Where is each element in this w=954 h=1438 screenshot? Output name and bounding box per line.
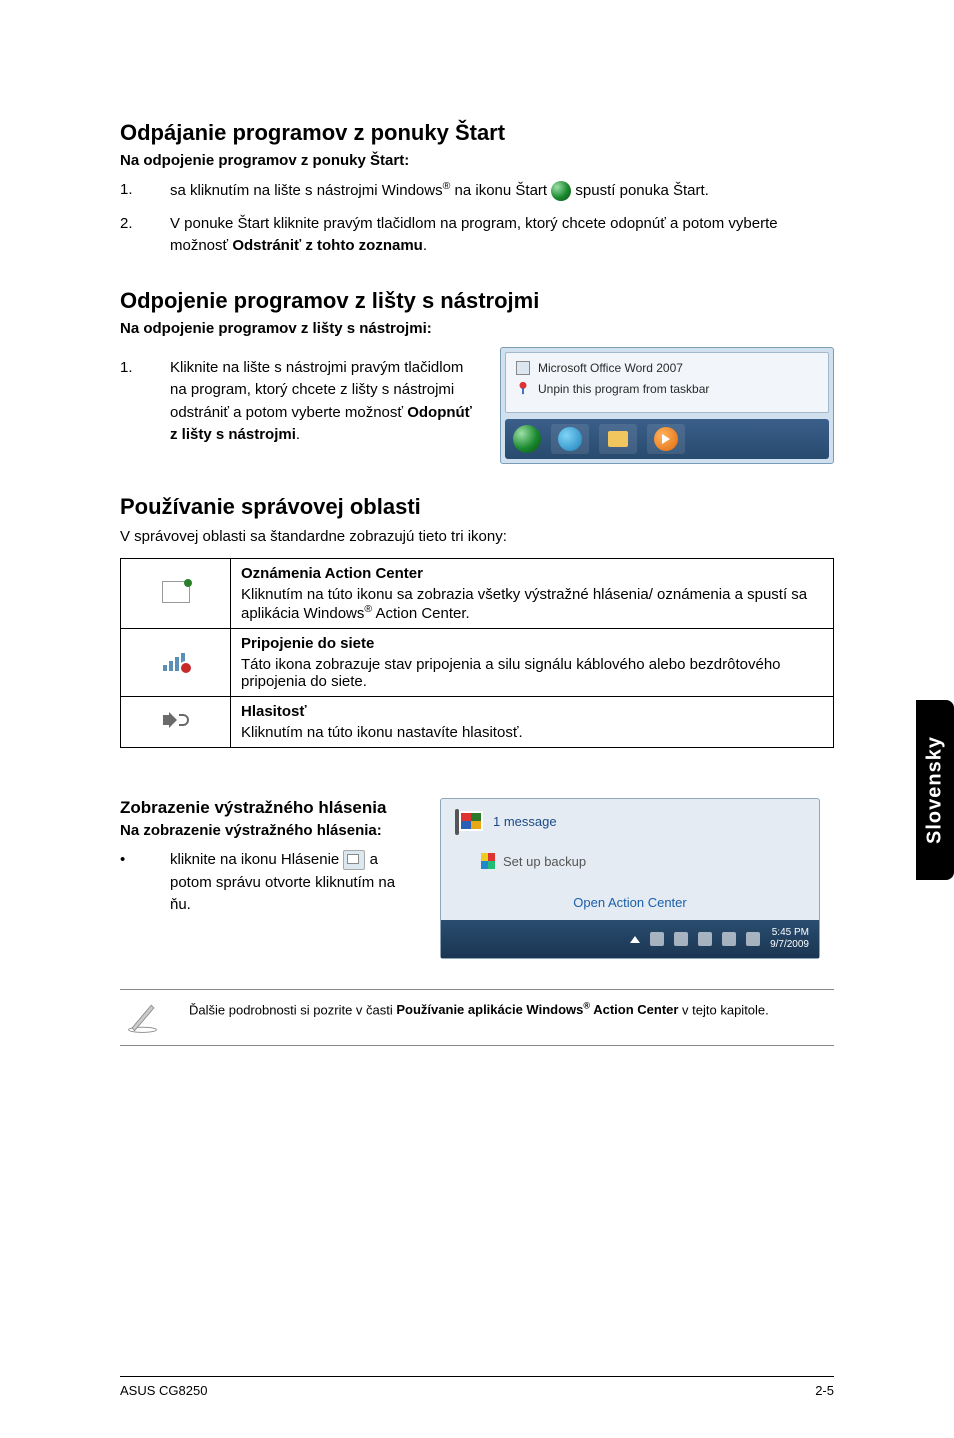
taskbar-ie-button[interactable] xyxy=(551,424,589,454)
cell-content: Hlasitosť Kliknutím na túto ikonu nastav… xyxy=(231,697,834,748)
network-icon xyxy=(163,651,189,671)
footer-page-number: 2-5 xyxy=(815,1383,834,1398)
text-frag: spustí ponuka Štart. xyxy=(571,182,709,199)
tray-icon[interactable] xyxy=(674,932,688,946)
step-text: sa kliknutím na lište s nástrojmi Window… xyxy=(170,179,834,203)
footer-left: ASUS CG8250 xyxy=(120,1383,207,1398)
shield-icon xyxy=(481,853,495,869)
alert-flag-icon xyxy=(343,850,365,870)
action-center-flag-icon xyxy=(459,811,483,831)
message-text: Set up backup xyxy=(503,854,586,869)
notification-popup-screenshot: 1 message Set up backup Open Action Cent… xyxy=(440,798,820,959)
messages-count: 1 message xyxy=(493,814,557,829)
text-frag: v tejto kapitole. xyxy=(678,1002,768,1017)
step-text: Kliknite na lište s nástrojmi pravým tla… xyxy=(170,357,480,447)
section2-title: Odpojenie programov z lišty s nástrojmi xyxy=(120,288,834,314)
menu-item-label: Microsoft Office Word 2007 xyxy=(538,361,683,375)
cell-content: Oznámenia Action Center Kliknutím na tút… xyxy=(231,559,834,629)
section1-subhead: Na odpojenie programov z ponuky Štart: xyxy=(120,152,834,169)
table-row: Hlasitosť Kliknutím na túto ikonu nastav… xyxy=(121,697,834,748)
cell-body: Kliknutím na túto ikonu sa zobrazia všet… xyxy=(241,586,807,622)
ie-icon xyxy=(558,427,582,451)
tray-icon[interactable] xyxy=(746,932,760,946)
wmp-icon xyxy=(654,427,678,451)
section4-bullet: • kliknite na ikonu Hlásenie a potom spr… xyxy=(120,849,420,917)
taskbar-explorer-button[interactable] xyxy=(599,424,637,454)
tray-clock[interactable]: 5:45 PM 9/7/2009 xyxy=(770,927,809,951)
section2-subhead: Na odpojenie programov z lišty s nástroj… xyxy=(120,320,834,337)
text-frag: sa kliknutím na lište s nástrojmi Window… xyxy=(170,182,443,199)
text-frag: kliknite na ikonu Hlásenie xyxy=(170,851,343,868)
text-frag: Kliknutím na túto ikonu sa zobrazia všet… xyxy=(241,586,807,622)
cell-body: Kliknutím na túto ikonu nastavíte hlasit… xyxy=(241,724,523,741)
unpin-icon xyxy=(516,381,530,398)
bullet-mark: • xyxy=(120,849,140,917)
system-tray: 5:45 PM 9/7/2009 xyxy=(441,920,819,958)
section1-steps: 1. sa kliknutím na lište s nástrojmi Win… xyxy=(120,179,834,258)
text-frag: na ikonu Štart xyxy=(450,182,551,199)
icons-table: Oznámenia Action Center Kliknutím na tút… xyxy=(120,558,834,748)
word-icon xyxy=(516,361,530,375)
section2-step1: 1. Kliknite na lište s nástrojmi pravým … xyxy=(120,357,480,447)
step-number: 1. xyxy=(120,179,140,203)
page-footer: ASUS CG8250 2-5 xyxy=(120,1376,834,1398)
registered-mark: ® xyxy=(364,603,372,615)
step-text: V ponuke Štart kliknite pravým tlačidlom… xyxy=(170,213,834,258)
language-tab: Slovensky xyxy=(916,700,954,880)
section4-subhead: Na zobrazenie výstražného hlásenia: xyxy=(120,822,420,839)
taskbar-screenshot xyxy=(505,419,829,459)
folder-icon xyxy=(608,431,628,447)
tray-expand-icon[interactable] xyxy=(630,936,640,943)
tray-icon[interactable] xyxy=(722,932,736,946)
section1-title: Odpájanie programov z ponuky Štart xyxy=(120,120,834,146)
bullet-text: kliknite na ikonu Hlásenie a potom správ… xyxy=(170,849,420,917)
step-number: 1. xyxy=(120,357,140,447)
text-frag: . xyxy=(423,237,427,254)
popup-message-item[interactable]: Set up backup xyxy=(441,843,819,879)
taskbar-wmp-button[interactable] xyxy=(647,424,685,454)
table-row: Pripojenie do siete Táto ikona zobrazuje… xyxy=(121,629,834,697)
section1-step2: 2. V ponuke Štart kliknite pravým tlačid… xyxy=(120,213,834,258)
menu-item-word[interactable]: Microsoft Office Word 2007 xyxy=(516,361,818,375)
step-number: 2. xyxy=(120,213,140,258)
table-row: Oznámenia Action Center Kliknutím na tút… xyxy=(121,559,834,629)
section4-title: Zobrazenie výstražného hlásenia xyxy=(120,798,420,818)
clock-time: 5:45 PM xyxy=(770,927,809,939)
tray-icon[interactable] xyxy=(650,932,664,946)
icon-cell xyxy=(121,697,231,748)
section3-intro: V správovej oblasti sa štandardne zobraz… xyxy=(120,526,834,549)
start-orb-icon xyxy=(551,181,571,201)
clock-date: 9/7/2009 xyxy=(770,939,809,951)
open-action-center-link[interactable]: Open Action Center xyxy=(441,879,819,920)
volume-icon xyxy=(163,710,189,730)
context-menu-screenshot: Microsoft Office Word 2007 Unpin this pr… xyxy=(500,347,834,464)
context-menu-inner: Microsoft Office Word 2007 Unpin this pr… xyxy=(505,352,829,413)
section2-steps: 1. Kliknite na lište s nástrojmi pravým … xyxy=(120,357,480,447)
icon-cell xyxy=(121,559,231,629)
cell-content: Pripojenie do siete Táto ikona zobrazuje… xyxy=(231,629,834,697)
note-text: Ďalšie podrobnosti si pozrite v časti Po… xyxy=(189,1000,769,1020)
text-frag: Ďalšie podrobnosti si pozrite v časti xyxy=(189,1002,396,1017)
text-frag: . xyxy=(296,426,300,443)
text-frag: Action Center. xyxy=(372,605,470,622)
bold-text: Používanie aplikácie Windows xyxy=(396,1002,583,1017)
section3-title: Používanie správovej oblasti xyxy=(120,494,834,520)
note-pen-icon xyxy=(120,1000,165,1035)
tray-icon[interactable] xyxy=(698,932,712,946)
popup-header[interactable]: 1 message xyxy=(441,799,819,843)
bold-text: Odstrániť z tohto zoznamu xyxy=(232,237,423,254)
bold-text: Action Center xyxy=(590,1002,678,1017)
menu-item-unpin[interactable]: Unpin this program from taskbar xyxy=(516,381,818,398)
cell-title: Oznámenia Action Center xyxy=(241,565,823,582)
cell-body: Táto ikona zobrazuje stav pripojenia a s… xyxy=(241,656,781,690)
cell-title: Hlasitosť xyxy=(241,703,823,720)
menu-item-label: Unpin this program from taskbar xyxy=(538,382,709,396)
action-center-icon xyxy=(162,581,190,603)
icon-cell xyxy=(121,629,231,697)
start-button[interactable] xyxy=(513,425,541,453)
cell-title: Pripojenie do siete xyxy=(241,635,823,652)
section1-step1: 1. sa kliknutím na lište s nástrojmi Win… xyxy=(120,179,834,203)
note-block: Ďalšie podrobnosti si pozrite v časti Po… xyxy=(120,989,834,1046)
